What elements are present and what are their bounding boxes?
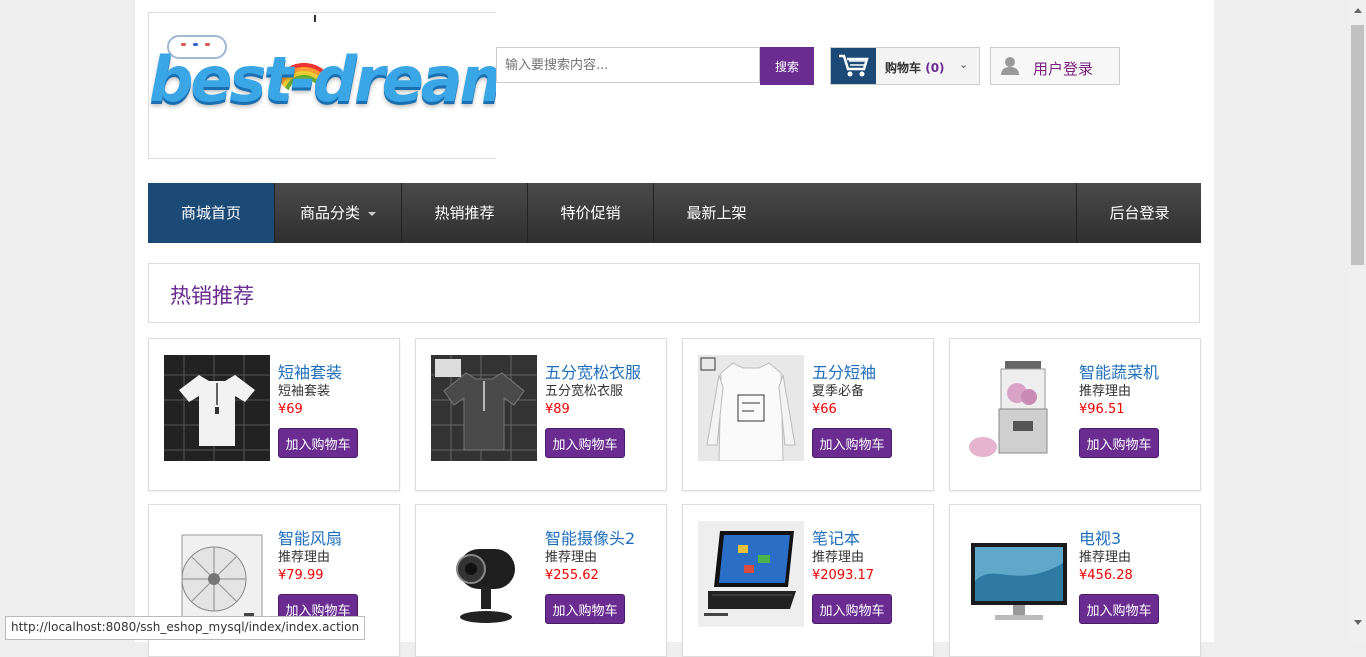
product-price: ¥79.99 bbox=[278, 568, 324, 583]
user-icon bbox=[1001, 57, 1019, 75]
user-login-label: 用户登录 bbox=[1033, 60, 1094, 78]
site-logo[interactable]: best-dream bbox=[148, 12, 496, 159]
product-price: ¥96.51 bbox=[1079, 402, 1125, 417]
product-card: 笔记本 推荐理由 ¥2093.17 加入购物车 bbox=[682, 504, 934, 657]
product-desc: 夏季必备 bbox=[812, 384, 865, 399]
nav-hot[interactable]: 热销推荐 bbox=[402, 183, 528, 243]
page-container: best-dream 搜索 购物车 (0) ⌄ 用户登录 商城首页 商品分类 热… bbox=[135, 0, 1214, 657]
product-image[interactable] bbox=[164, 521, 270, 627]
nav-sale[interactable]: 特价促销 bbox=[528, 183, 654, 243]
product-price: ¥66 bbox=[812, 402, 837, 417]
product-desc: 推荐理由 bbox=[278, 550, 331, 565]
product-card: 五分短袖 夏季必备 ¥66 加入购物车 bbox=[682, 338, 934, 491]
add-to-cart-button[interactable]: 加入购物车 bbox=[1079, 594, 1159, 624]
product-desc: 推荐理由 bbox=[812, 550, 865, 565]
vertical-scrollbar[interactable] bbox=[1349, 0, 1366, 642]
product-card: 五分宽松衣服 五分宽松衣服 ¥89 加入购物车 bbox=[415, 338, 667, 491]
main-nav: 商城首页 商品分类 热销推荐 特价促销 最新上架 后台登录 bbox=[148, 183, 1201, 243]
product-price: ¥69 bbox=[278, 402, 303, 417]
add-to-cart-button[interactable]: 加入购物车 bbox=[545, 594, 625, 624]
product-desc: 推荐理由 bbox=[1079, 384, 1132, 399]
product-price: ¥2093.17 bbox=[812, 568, 875, 583]
product-card: 智能摄像头2 推荐理由 ¥255.62 加入购物车 bbox=[415, 504, 667, 657]
caret-down-icon bbox=[368, 211, 376, 216]
product-card: 电视3 推荐理由 ¥456.28 加入购物车 bbox=[949, 504, 1201, 657]
product-card: 短袖套装 短袖套装 ¥69 加入购物车 bbox=[148, 338, 400, 491]
add-to-cart-button[interactable]: 加入购物车 bbox=[1079, 428, 1159, 458]
product-image[interactable] bbox=[431, 355, 537, 461]
chevron-down-icon[interactable]: ⌄ bbox=[959, 58, 968, 71]
scroll-up-icon[interactable] bbox=[1354, 8, 1362, 13]
add-to-cart-button[interactable]: 加入购物车 bbox=[545, 428, 625, 458]
product-desc: 短袖套装 bbox=[278, 384, 331, 399]
add-to-cart-button[interactable]: 加入购物车 bbox=[812, 428, 892, 458]
product-image[interactable] bbox=[965, 521, 1071, 627]
status-bar-url: http://localhost:8080/ssh_eshop_mysql/in… bbox=[5, 616, 366, 640]
product-image[interactable] bbox=[698, 521, 804, 627]
section-header: 热销推荐 bbox=[148, 263, 1200, 323]
scroll-down-icon[interactable] bbox=[1354, 620, 1362, 625]
scrollbar-thumb[interactable] bbox=[1351, 25, 1364, 265]
nav-categories-label: 商品分类 bbox=[299, 204, 360, 222]
logo-text: best-dream bbox=[149, 43, 496, 116]
cart-count-close: ) bbox=[939, 61, 945, 75]
product-price: ¥89 bbox=[545, 402, 570, 417]
search-input[interactable] bbox=[496, 47, 760, 83]
add-to-cart-button[interactable]: 加入购物车 bbox=[278, 428, 358, 458]
nav-new[interactable]: 最新上架 bbox=[654, 183, 779, 243]
search-button[interactable]: 搜索 bbox=[760, 47, 814, 85]
product-desc: 推荐理由 bbox=[545, 550, 598, 565]
add-to-cart-button[interactable]: 加入购物车 bbox=[812, 594, 892, 624]
logo-mark bbox=[314, 15, 316, 22]
product-price: ¥456.28 bbox=[1079, 568, 1133, 583]
product-desc: 推荐理由 bbox=[1079, 550, 1132, 565]
search-bar: 搜索 bbox=[496, 47, 814, 85]
product-image[interactable] bbox=[965, 355, 1071, 461]
nav-admin-login[interactable]: 后台登录 bbox=[1076, 183, 1202, 243]
product-image[interactable] bbox=[431, 521, 537, 627]
product-price: ¥255.62 bbox=[545, 568, 599, 583]
cart-label: 购物车 (0) bbox=[885, 61, 945, 75]
product-card: 智能蔬菜机 推荐理由 ¥96.51 加入购物车 bbox=[949, 338, 1201, 491]
product-image[interactable] bbox=[698, 355, 804, 461]
product-image[interactable] bbox=[164, 355, 270, 461]
cart-button[interactable]: 购物车 (0) ⌄ bbox=[830, 47, 980, 85]
section-title: 热销推荐 bbox=[170, 284, 254, 308]
product-desc: 五分宽松衣服 bbox=[545, 384, 624, 399]
nav-categories[interactable]: 商品分类 bbox=[275, 183, 402, 243]
user-login-button[interactable]: 用户登录 bbox=[990, 47, 1120, 85]
cart-icon bbox=[831, 48, 876, 84]
cart-count: 0 bbox=[930, 61, 940, 75]
nav-home[interactable]: 商城首页 bbox=[148, 183, 275, 243]
